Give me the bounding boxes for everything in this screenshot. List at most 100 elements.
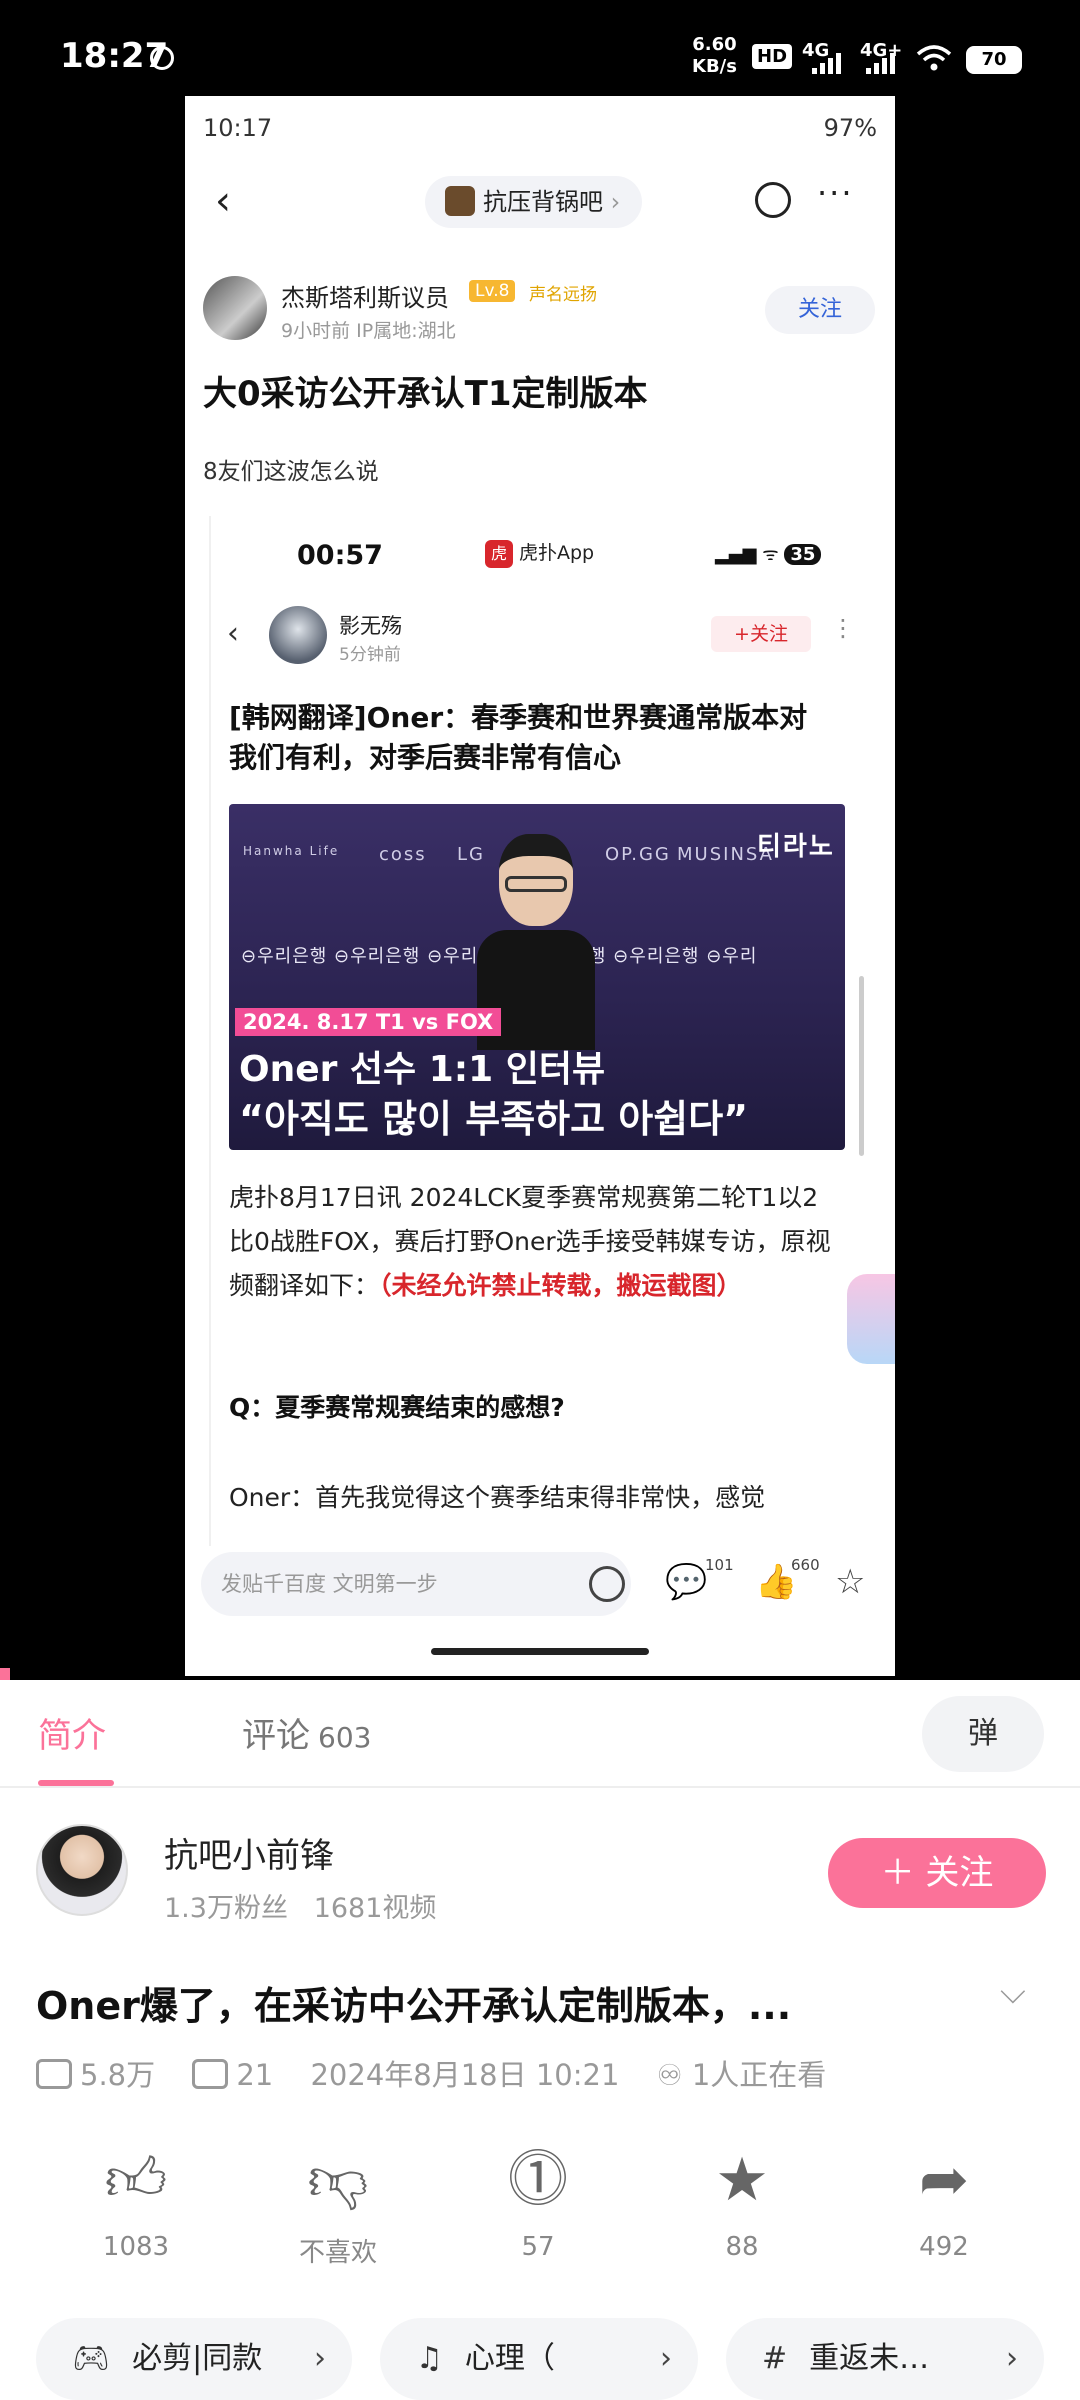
tab-comments[interactable]: 评论 603 bbox=[242, 1708, 371, 1757]
chip-bijian-label: 必剪|同款 bbox=[132, 2341, 263, 2376]
danmaku-label: 弹 bbox=[968, 1716, 998, 1751]
uploader-row: 抗吧小前锋 1.3万粉丝 1681视频 ＋ 关注 bbox=[0, 1810, 1080, 1930]
dislike-icon: 👎︎ bbox=[307, 2145, 369, 2215]
uploader-videos: 1681视频 bbox=[313, 1893, 437, 1924]
interview-thumbnail[interactable]: Hanwha Life coss LG OP.GG MUSINSA 티라노 ⊖우… bbox=[229, 804, 845, 1150]
share-count: 492 bbox=[919, 2232, 969, 2262]
gesture-handle bbox=[431, 1648, 649, 1655]
chevron-right-icon: › bbox=[660, 2341, 672, 2376]
follow-uploader-button[interactable]: ＋ 关注 bbox=[828, 1838, 1046, 1908]
match-date-tag: 2024. 8.17 T1 vs FOX bbox=[235, 1008, 502, 1036]
star-icon[interactable]: ☆ bbox=[835, 1562, 865, 1602]
hd-voice-icon: HD bbox=[752, 44, 793, 69]
more-icon[interactable]: ··· bbox=[817, 174, 854, 212]
level-badge: Lv.8 bbox=[469, 280, 516, 302]
back-arrow-icon[interactable]: ‹ bbox=[215, 178, 231, 224]
music-icon: ♫ bbox=[416, 2341, 443, 2376]
wifi-icon bbox=[916, 45, 952, 71]
interview-answer: Oner：首先我觉得这个赛季结束得非常快，感觉 bbox=[229, 1483, 766, 1512]
floating-sticker[interactable] bbox=[847, 1274, 895, 1364]
danmaku-count-icon bbox=[192, 2059, 229, 2089]
uploader-stats: 1.3万粉丝 1681视频 bbox=[164, 1886, 436, 1925]
thumbnail-quote: “아직도 많이 부족하고 아쉽다” bbox=[239, 1097, 749, 1141]
forum-icon bbox=[445, 186, 475, 216]
favorite-button[interactable]: ★ 88 bbox=[672, 2140, 812, 2262]
article-back-icon[interactable]: ‹ bbox=[227, 616, 239, 651]
status-bar: 18:27 6.60 KB/s HD 4G 4G+ 70 bbox=[0, 0, 1080, 110]
article-follow-button[interactable]: +关注 bbox=[711, 616, 811, 652]
post-nav-bar: ‹ 抗压背锅吧 › ··· bbox=[185, 160, 895, 250]
network-speed-unit: KB/s bbox=[692, 56, 737, 77]
forum-chip[interactable]: 抗压背锅吧 › bbox=[425, 176, 643, 228]
like-button[interactable]: 👍︎ 1083 bbox=[66, 2140, 206, 2262]
emoji-icon[interactable] bbox=[589, 1566, 625, 1602]
share-button[interactable]: ➦ 492 bbox=[874, 2140, 1014, 2262]
video-title[interactable]: Oner爆了，在采访中公开承认定制版本，... bbox=[36, 1975, 956, 2030]
share-icon: ➦ bbox=[918, 2145, 970, 2215]
chip-music-label: 心理（ bbox=[464, 2341, 555, 2376]
reply-input[interactable]: 发贴千百度 文明第一步 bbox=[201, 1552, 631, 1616]
signal-icon bbox=[812, 52, 848, 74]
app-name: 虎扑App bbox=[519, 542, 595, 564]
signal-icon-2 bbox=[866, 52, 902, 74]
tab-comments-count: 603 bbox=[318, 1721, 372, 1754]
dislike-button[interactable]: 👎︎ 不喜欢 bbox=[268, 2140, 408, 2269]
interview-question: Q：夏季赛常规赛结束的感想? bbox=[229, 1393, 565, 1422]
dislike-label: 不喜欢 bbox=[298, 2238, 377, 2268]
forum-name: 抗压背锅吧 bbox=[483, 188, 603, 216]
article-author-avatar[interactable] bbox=[269, 606, 327, 664]
view-count: 5.8万 bbox=[80, 2058, 156, 2092]
network-speed: 6.60 KB/s bbox=[692, 34, 737, 78]
expand-chevron-icon[interactable]: ⌵ bbox=[1000, 1972, 1026, 2012]
post-body: 8友们这波怎么说 bbox=[203, 459, 379, 485]
article-battery: 35 bbox=[784, 544, 822, 565]
chip-bijian[interactable]: 🎮︎ 必剪|同款 › bbox=[36, 2318, 352, 2400]
progress-indicator bbox=[0, 1668, 10, 1680]
coin-count: 57 bbox=[521, 2232, 555, 2262]
chevron-right-icon: › bbox=[314, 2341, 326, 2376]
uploader-avatar[interactable] bbox=[36, 1824, 128, 1916]
chevron-right-icon: › bbox=[1006, 2341, 1018, 2376]
alarm-icon bbox=[150, 46, 174, 70]
edit-icon[interactable] bbox=[755, 182, 791, 218]
logo-1: Hanwha Life bbox=[243, 844, 340, 858]
comment-icon[interactable]: 💬 bbox=[665, 1562, 707, 1602]
post-author: 杰斯塔利斯议员 Lv.8 声名远扬 9小时前 IP属地:湖北 关注 bbox=[185, 276, 895, 356]
video-actions: 👍︎ 1083 👎︎ 不喜欢 ⓵ 57 ★ 88 ➦ 492 bbox=[0, 2140, 1080, 2270]
author-avatar[interactable] bbox=[203, 276, 267, 340]
inner-battery-percent: 97% bbox=[823, 114, 877, 142]
related-chips: 🎮︎ 必剪|同款 › ♫ 心理（ › # 重返未… › bbox=[0, 2318, 1080, 2400]
inner-status-bar: 10:17 97% bbox=[185, 96, 895, 160]
uploader-fans: 1.3万粉丝 bbox=[164, 1893, 288, 1924]
danmaku-toggle-icon[interactable]: 弹 bbox=[922, 1696, 1044, 1772]
article-more-icon[interactable]: ⋮ bbox=[831, 614, 855, 642]
follow-button[interactable]: 关注 bbox=[765, 286, 875, 334]
comment-count: 101 bbox=[705, 1556, 734, 1574]
article-headline: [韩网翻译]Oner：春季赛和世界赛通常版本对我们有利，对季后赛非常有信心 bbox=[229, 701, 808, 774]
like-icon: 👍︎ bbox=[104, 2145, 168, 2215]
chip-music[interactable]: ♫ 心理（ › bbox=[380, 2318, 698, 2400]
hashtag-icon: # bbox=[762, 2341, 788, 2376]
coin-button[interactable]: ⓵ 57 bbox=[468, 2140, 608, 2262]
tab-comments-label: 评论 bbox=[242, 1716, 310, 1756]
uploader-name[interactable]: 抗吧小前锋 bbox=[164, 1828, 334, 1877]
author-name[interactable]: 杰斯塔利斯议员 bbox=[281, 278, 449, 313]
article-author-name[interactable]: 影无殇 bbox=[339, 610, 402, 640]
favorite-count: 88 bbox=[725, 2232, 759, 2262]
article-scrollbar[interactable] bbox=[859, 976, 864, 1156]
logo-2: coss bbox=[379, 844, 427, 865]
honor-badge: 声名远扬 bbox=[529, 285, 597, 305]
article-status-icons: ▂▄▆ ᯤ 35 bbox=[715, 542, 822, 566]
danmaku-count: 21 bbox=[236, 2058, 274, 2092]
post-title: 大0采访公开承认T1定制版本 bbox=[203, 374, 648, 414]
like-count: 660 bbox=[791, 1556, 820, 1574]
post-screenshot: 10:17 97% ‹ 抗压背锅吧 › ··· 杰斯塔利斯议员 Lv.8 声名远… bbox=[185, 96, 895, 1676]
logo-6: 티라노 bbox=[757, 832, 835, 862]
chip-topic[interactable]: # 重返未… › bbox=[726, 2318, 1044, 2400]
embedded-article: 00:57 虎扑虎扑App ▂▄▆ ᯤ 35 ‹ 影无殇 5分钟前 +关注 ⋮ … bbox=[209, 516, 867, 1636]
star-icon: ★ bbox=[715, 2145, 769, 2215]
tab-intro[interactable]: 简介 bbox=[38, 1708, 106, 1757]
inner-status-time: 10:17 bbox=[203, 114, 273, 142]
article-status-time: 00:57 bbox=[297, 540, 383, 571]
network-speed-value: 6.60 bbox=[692, 34, 737, 55]
